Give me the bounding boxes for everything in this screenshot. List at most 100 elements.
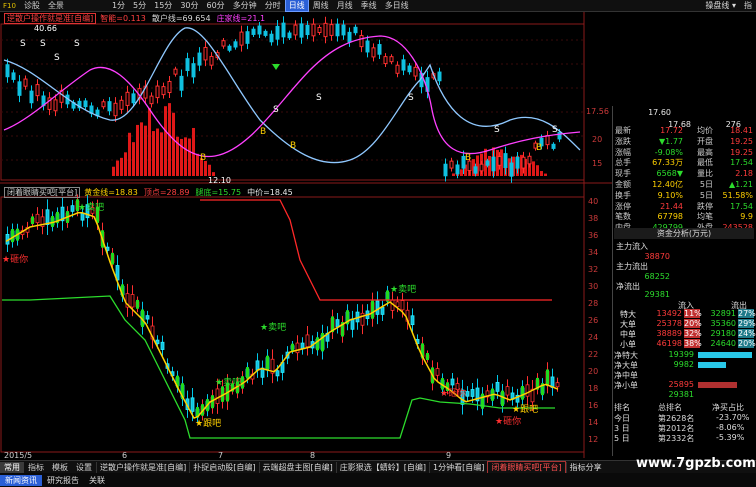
rank-rank: 第2332名	[658, 434, 695, 443]
dealer-line	[3, 35, 581, 158]
main-candle-body	[497, 156, 502, 166]
menu-panorama[interactable]: 全景	[44, 0, 68, 11]
net-row-value: 25895	[668, 380, 694, 389]
signal-bar	[316, 337, 319, 351]
smart-money-bar	[132, 142, 135, 176]
period-tab-4[interactable]: 60分	[203, 0, 229, 12]
x-axis-label: 8	[310, 451, 315, 460]
main-candle-body	[119, 99, 124, 110]
main-candle-body	[149, 95, 154, 105]
smart-money-bar	[192, 127, 195, 176]
signal-bar	[481, 393, 484, 409]
main-candle-body	[485, 160, 490, 166]
sub-axis-tick: 34	[588, 248, 598, 257]
smart-money-bar	[144, 125, 147, 176]
rank-header: 净买占比	[712, 403, 744, 412]
candle-body	[145, 315, 150, 320]
quote-l1: 笔数	[615, 212, 631, 222]
main-candle-body	[251, 28, 256, 35]
legend-top-line: 顶点=28.89	[143, 187, 190, 197]
period-tab-5[interactable]: 多分钟	[229, 0, 261, 12]
sub-panel-frame	[0, 196, 585, 453]
legend-smart: 智能=0.113	[100, 13, 146, 23]
candle-body	[360, 312, 365, 326]
main-candle-body	[185, 58, 190, 72]
period-tab-2[interactable]: 15分	[150, 0, 176, 12]
period-tab-6[interactable]: 分时	[261, 0, 285, 12]
status-tab-0[interactable]: 新闻资讯	[0, 474, 42, 486]
period-tab-1[interactable]: 5分	[129, 0, 150, 12]
period-tab-10[interactable]: 季线	[357, 0, 381, 12]
fund-pout: 24%	[738, 329, 756, 338]
bottom-tab-1[interactable]: 指标	[24, 462, 48, 473]
main-candle-body	[161, 86, 166, 96]
main-candle-body	[365, 40, 370, 53]
sell-s-marker: S	[316, 93, 322, 103]
net-row-label: 净小单	[614, 381, 638, 390]
gold-line	[5, 211, 559, 420]
smart-money-bar	[124, 152, 127, 176]
candle-body	[295, 342, 300, 354]
status-tab-1[interactable]: 研究报告	[42, 475, 84, 486]
quote-l2: 跌停	[697, 201, 713, 211]
signal-bar	[546, 369, 549, 387]
smart-money-bar	[460, 169, 463, 176]
template-tab-6[interactable]: 指标分享	[565, 461, 605, 473]
sell-s-marker: S	[494, 125, 500, 135]
main-candle-body	[329, 24, 334, 36]
main-candle-body	[125, 91, 130, 106]
smart-money-bar	[452, 173, 455, 176]
main-candle-body	[197, 52, 202, 66]
top-toolbar: F10 诊股 全景 1分 5分 15分 30分 60分 多分钟 分时 日线 周线 月线 季线 多日线 …	[0, 0, 756, 12]
status-tab-2[interactable]: 关联	[84, 475, 110, 486]
x-axis-label: 2015/5	[4, 451, 32, 460]
candle-body	[215, 388, 220, 404]
candle-body	[470, 389, 475, 397]
f10-button[interactable]: F10	[0, 2, 20, 10]
fund-pin: 32%	[684, 329, 702, 338]
x-axis-label: 7	[218, 451, 223, 460]
period-tab-7[interactable]: 日线	[284, 0, 309, 12]
bottom-tab-2[interactable]: 模板	[48, 462, 72, 473]
site-watermark: www.7gpzb.com	[636, 456, 756, 471]
period-tab-3[interactable]: 30分	[176, 0, 202, 12]
template-tab-3[interactable]: 庄影狠选【蜻蛉】[自编]	[335, 461, 429, 473]
sell-signal: ★卖吧	[260, 322, 286, 333]
operation-line-dropdown[interactable]: 操盘线 ▾	[701, 0, 740, 11]
quote-row: 笔数 67798 均笔 9.9	[615, 212, 755, 222]
bottom-tab-3[interactable]: 设置	[72, 462, 96, 473]
bottom-tab-0[interactable]: 常用	[0, 461, 24, 473]
smart-money-bar	[112, 166, 115, 176]
main-candle-body	[17, 81, 22, 96]
template-tab-4[interactable]: 1分钟看[自编]	[429, 461, 487, 473]
sub-axis-tick: 14	[588, 418, 598, 427]
menu-diagnose[interactable]: 诊股	[20, 0, 44, 11]
template-tab-2[interactable]: 云端超盘主图[自编]	[258, 461, 336, 473]
template-tab-5[interactable]: 闭着眼睛买吧[平台]	[487, 461, 566, 473]
main-candle-body	[269, 33, 274, 43]
fund-in: 25378	[656, 319, 682, 328]
rank-pct: -23.70%	[716, 413, 750, 422]
signal-bar	[426, 353, 429, 361]
quote-v1: 67.33万	[652, 158, 683, 168]
quote-row: 涨幅 -9.08% 最高 19.25	[615, 148, 755, 158]
template-tab-0[interactable]: 逆散户操作就是准[自编]	[96, 461, 189, 473]
legend-retail-line: 散户线=69.654	[151, 13, 211, 23]
main-candle-body	[167, 80, 172, 94]
sell-signal: ★卖吧	[215, 377, 241, 388]
quote-l1: 换手	[615, 190, 631, 200]
indicator-dropdown[interactable]: 指	[740, 0, 756, 11]
period-tab-8[interactable]: 周线	[309, 0, 333, 12]
quote-v2: 19.25	[730, 136, 753, 146]
period-tab-9[interactable]: 月线	[333, 0, 357, 12]
sub-axis-tick: 26	[588, 316, 598, 325]
main-indicator-name[interactable]: 逆散户操作就是准[自编]	[4, 12, 97, 24]
template-tab-1[interactable]: 扑捉启动股[自编]	[189, 461, 258, 473]
period-tab-11[interactable]: 多日线	[381, 0, 413, 12]
main-candle-body	[239, 31, 244, 46]
sub-indicator-name[interactable]: 闭着眼睛买吧[平台]	[4, 186, 81, 198]
main-inflow-label: 主力流入	[616, 242, 648, 251]
sell-s-marker: S	[408, 93, 414, 103]
period-tab-0[interactable]: 1分	[108, 0, 129, 12]
main-candle-body	[479, 163, 484, 172]
